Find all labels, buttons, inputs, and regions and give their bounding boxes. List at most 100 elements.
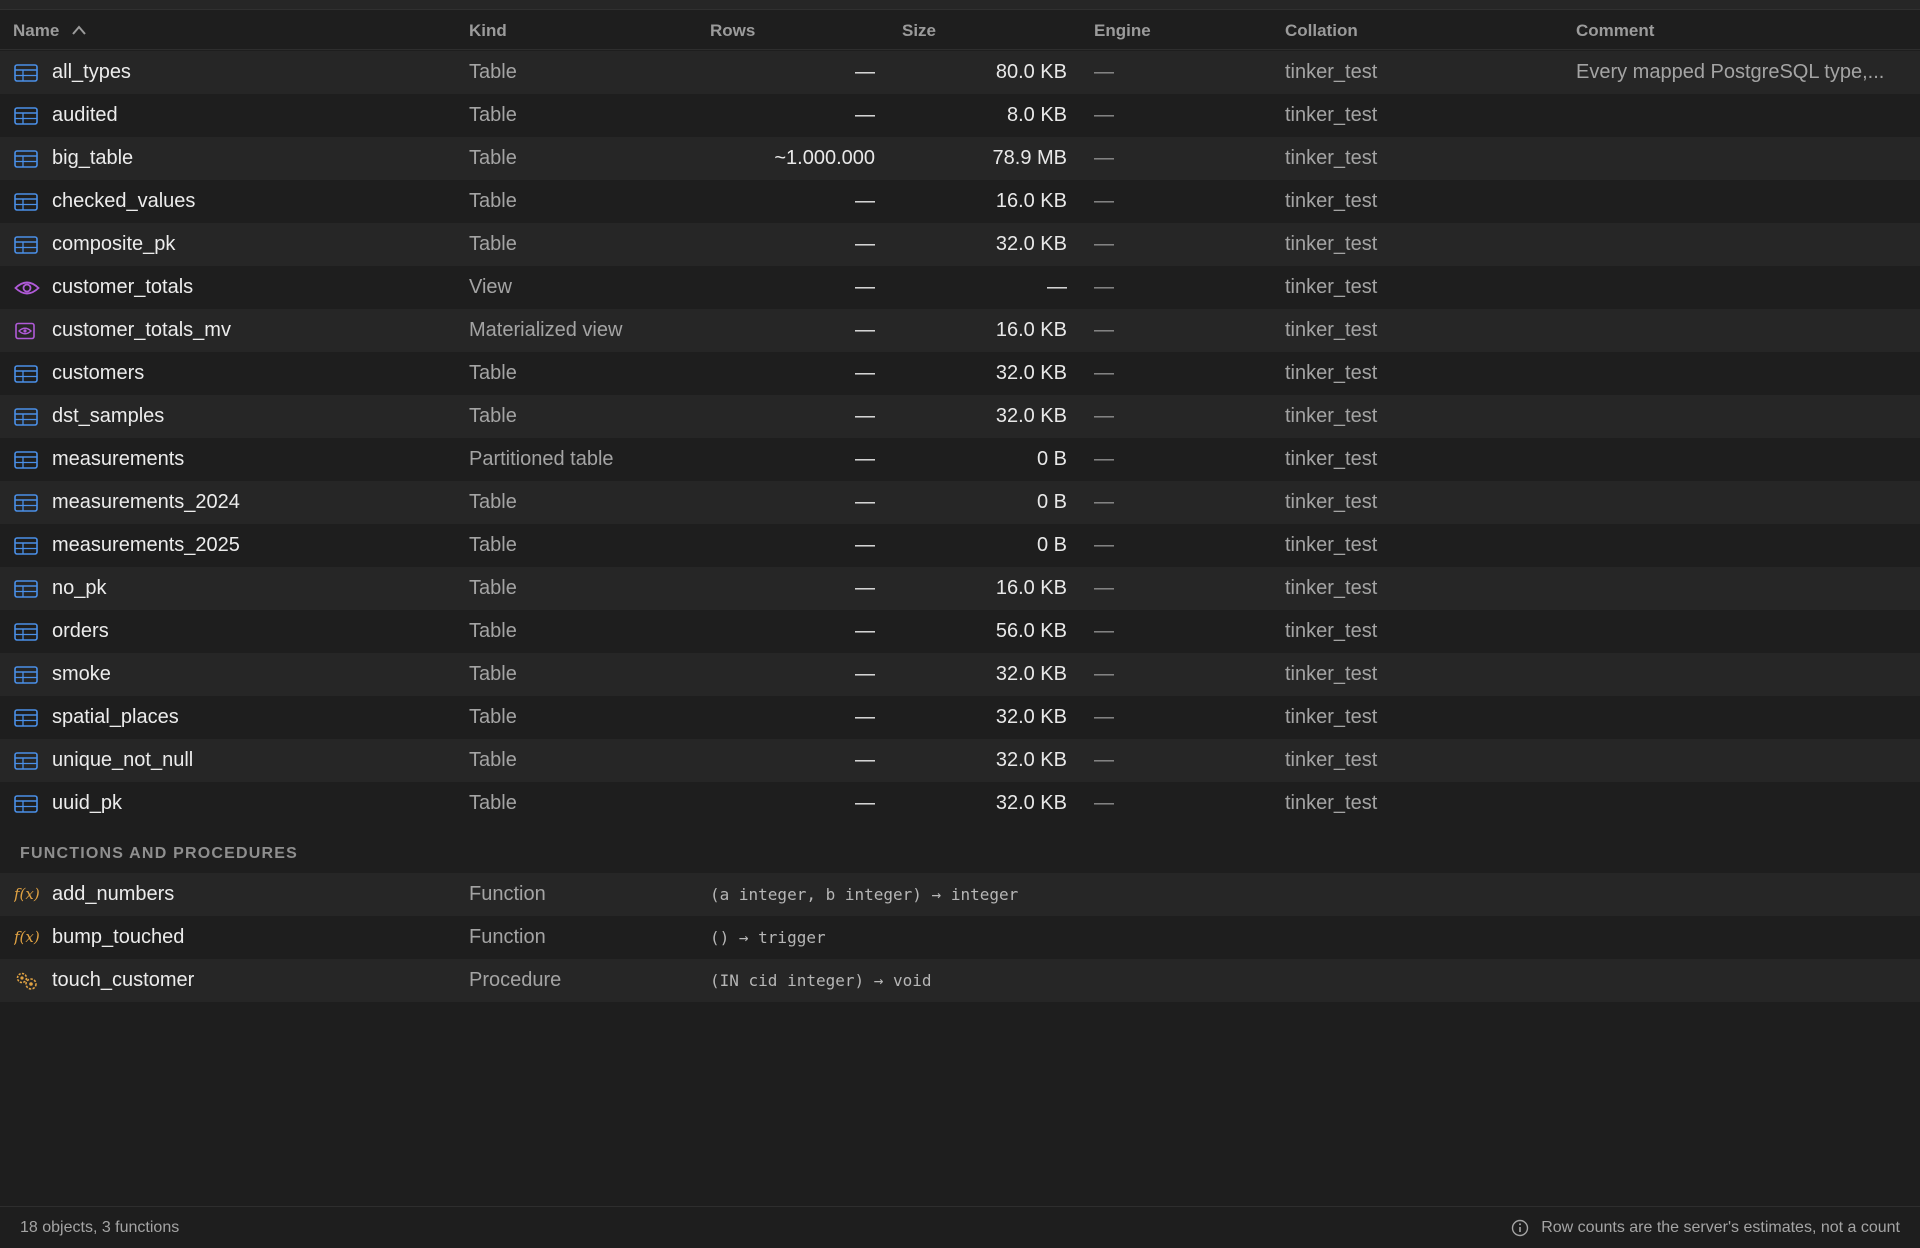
object-rows: — bbox=[855, 405, 875, 427]
object-engine: — bbox=[1094, 405, 1114, 427]
object-rows: — bbox=[855, 706, 875, 728]
object-collation: tinker_test bbox=[1285, 362, 1378, 384]
functions-section-title: FUNCTIONS AND PROCEDURES bbox=[20, 845, 298, 862]
object-rows: — bbox=[855, 362, 875, 384]
object-rows: — bbox=[855, 448, 875, 470]
table-row[interactable]: big_table Table ~1.000.000 78.9 MB — tinker_t… bbox=[0, 137, 1920, 180]
object-name: measurements_2024 bbox=[52, 491, 240, 513]
object-comment bbox=[1576, 180, 1896, 223]
object-comment bbox=[1576, 352, 1896, 395]
table-row[interactable]: audited Table — 8.0 KB — tinker_test bbox=[0, 94, 1920, 137]
column-header-collation[interactable]: Collation bbox=[1285, 11, 1358, 50]
object-kind: Table bbox=[469, 749, 517, 771]
table-row[interactable]: measurements Partitioned table — 0 B — tinker… bbox=[0, 438, 1920, 481]
table-row[interactable]: dst_samples Table — 32.0 KB — tinker_test bbox=[0, 395, 1920, 438]
top-border bbox=[0, 0, 1920, 10]
object-comment bbox=[1576, 782, 1896, 825]
table-icon bbox=[14, 223, 42, 266]
object-size: 78.9 MB bbox=[992, 147, 1067, 169]
object-size: 8.0 KB bbox=[1006, 104, 1067, 126]
object-kind: Table bbox=[469, 405, 517, 427]
table-row[interactable]: customer_totals_mv Materialized view — 16.0… bbox=[0, 309, 1920, 352]
object-rows: — bbox=[855, 61, 875, 83]
function-row[interactable]: f(x) bump_touched Function () → trigger bbox=[0, 916, 1920, 959]
table-row[interactable]: checked_values Table — 16.0 KB — tinker_test bbox=[0, 180, 1920, 223]
function-icon: f(x) bbox=[14, 885, 40, 903]
function-icon: f(x) bbox=[14, 928, 40, 946]
object-collation: tinker_test bbox=[1285, 405, 1378, 427]
function-kind: Procedure bbox=[469, 969, 562, 991]
function-name: touch_customer bbox=[52, 969, 195, 991]
table-row[interactable]: all_types Table — 80.0 KB — tinker_test Every … bbox=[0, 51, 1920, 94]
table-row[interactable]: no_pk Table — 16.0 KB — tinker_test bbox=[0, 567, 1920, 610]
column-header-comment[interactable]: Comment bbox=[1576, 11, 1654, 50]
object-comment bbox=[1576, 137, 1896, 180]
object-name: composite_pk bbox=[52, 233, 176, 255]
object-comment bbox=[1576, 567, 1896, 610]
object-engine: — bbox=[1094, 534, 1114, 556]
object-comment bbox=[1576, 223, 1896, 266]
table-icon bbox=[14, 782, 42, 825]
object-rows: — bbox=[855, 190, 875, 212]
table-row[interactable]: orders Table — 56.0 KB — tinker_test bbox=[0, 610, 1920, 653]
object-size: 56.0 KB bbox=[995, 620, 1067, 642]
table-row[interactable]: customer_totals View — — — tinker_test bbox=[0, 266, 1920, 309]
object-name: customer_totals_mv bbox=[52, 319, 231, 341]
column-header-kind[interactable]: Kind bbox=[469, 11, 507, 50]
object-name: customers bbox=[52, 362, 145, 384]
object-size: 32.0 KB bbox=[995, 663, 1067, 685]
object-engine: — bbox=[1094, 362, 1114, 384]
function-row[interactable]: f(x) add_numbers Function (a integer, b int… bbox=[0, 873, 1920, 916]
object-size: 32.0 KB bbox=[995, 405, 1067, 427]
object-collation: tinker_test bbox=[1285, 233, 1378, 255]
table-row[interactable]: measurements_2024 Table — 0 B — tinker_test bbox=[0, 481, 1920, 524]
object-kind: Table bbox=[469, 663, 517, 685]
table-icon bbox=[14, 696, 42, 739]
column-header-size[interactable]: Size bbox=[902, 11, 936, 50]
object-size: 16.0 KB bbox=[995, 190, 1067, 212]
table-row[interactable]: smoke Table — 32.0 KB — tinker_test bbox=[0, 653, 1920, 696]
object-collation: tinker_test bbox=[1285, 147, 1378, 169]
table-icon bbox=[14, 524, 42, 567]
object-engine: — bbox=[1094, 749, 1114, 771]
object-kind: Table bbox=[469, 534, 517, 556]
object-name: unique_not_null bbox=[52, 749, 194, 771]
table-row[interactable]: unique_not_null Table — 32.0 KB — tinker_test bbox=[0, 739, 1920, 782]
object-comment bbox=[1576, 266, 1896, 309]
object-rows: — bbox=[855, 491, 875, 513]
object-size: 32.0 KB bbox=[995, 233, 1067, 255]
table-icon bbox=[14, 739, 42, 782]
object-kind: Materialized view bbox=[469, 319, 623, 341]
table-row[interactable]: customers Table — 32.0 KB — tinker_test bbox=[0, 352, 1920, 395]
object-name: no_pk bbox=[52, 577, 107, 599]
column-header-rows[interactable]: Rows bbox=[710, 11, 755, 50]
table-icon bbox=[14, 395, 42, 438]
object-engine: — bbox=[1094, 448, 1114, 470]
table-icon bbox=[14, 51, 42, 94]
object-collation: tinker_test bbox=[1285, 61, 1378, 83]
table-row[interactable]: measurements_2025 Table — 0 B — tinker_test bbox=[0, 524, 1920, 567]
function-signature: () → trigger bbox=[710, 928, 826, 947]
object-engine: — bbox=[1094, 104, 1114, 126]
object-engine: — bbox=[1094, 233, 1114, 255]
object-engine: — bbox=[1094, 620, 1114, 642]
function-row[interactable]: touch_customer Procedure (IN cid integer) … bbox=[0, 959, 1920, 1002]
object-engine: — bbox=[1094, 61, 1114, 83]
procedure-icon bbox=[14, 959, 42, 1002]
object-size: 0 B bbox=[1036, 491, 1067, 513]
object-engine: — bbox=[1094, 190, 1114, 212]
object-size: 32.0 KB bbox=[995, 792, 1067, 814]
table-row[interactable]: composite_pk Table — 32.0 KB — tinker_test bbox=[0, 223, 1920, 266]
object-browser: Name Kind Rows Size Engine Collation Com… bbox=[0, 0, 1920, 1248]
object-name: smoke bbox=[52, 663, 111, 685]
object-comment bbox=[1576, 610, 1896, 653]
object-name: checked_values bbox=[52, 190, 196, 212]
table-row[interactable]: uuid_pk Table — 32.0 KB — tinker_test bbox=[0, 782, 1920, 825]
table-icon bbox=[14, 180, 42, 223]
column-header-name[interactable]: Name bbox=[13, 11, 88, 50]
function-kind: Function bbox=[469, 883, 546, 905]
object-rows: — bbox=[855, 104, 875, 126]
column-header-engine[interactable]: Engine bbox=[1094, 11, 1151, 50]
object-kind: Table bbox=[469, 362, 517, 384]
table-row[interactable]: spatial_places Table — 32.0 KB — tinker_test bbox=[0, 696, 1920, 739]
